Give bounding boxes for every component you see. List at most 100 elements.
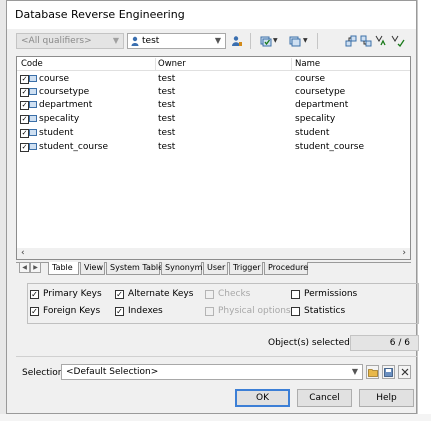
table-row[interactable]: ✓ student_course test student_course [17,141,410,154]
checkbox-box[interactable] [291,307,300,316]
toolbar-separator [250,33,251,49]
checks-label: Checks [218,289,251,299]
alternate-keys-label: Alternate Keys [128,289,194,299]
owner-combo[interactable]: test ▼ [127,33,226,49]
table-icon [29,88,37,95]
chevron-down-icon[interactable]: ▼ [303,37,308,44]
row-checkbox[interactable]: ✓ [20,75,29,84]
column-separator[interactable] [291,58,292,70]
indexes-label: Indexes [128,306,163,316]
row-code: course [39,74,70,84]
qualifier-combo[interactable]: <All qualifiers> ▼ [16,33,124,49]
objects-selected-count: 6 / 6 [350,335,419,351]
horizontal-scrollbar[interactable]: ‹ › [17,248,410,259]
row-owner: test [158,87,176,97]
select-in-model-icon[interactable] [344,34,358,48]
chevron-down-icon: ▼ [112,36,119,45]
table-icon [29,129,37,136]
row-code: specality [39,114,80,124]
row-owner: test [158,114,176,124]
filter-clear-icon[interactable] [391,34,405,48]
toolbar-separator [317,33,318,49]
delete-icon[interactable] [398,365,411,379]
deselect-icon[interactable] [288,34,302,48]
row-owner: test [158,128,176,138]
primary-keys-label: Primary Keys [43,289,102,299]
retrieve-options-group: ✓ Primary Keys ✓ Foreign Keys ✓ Alternat… [27,283,419,324]
table-icon [29,115,37,122]
row-checkbox[interactable]: ✓ [20,88,29,97]
object-list[interactable]: Code Owner Name ✓ course test course ✓ c… [16,56,411,260]
checkbox-box[interactable]: ✓ [30,307,39,316]
selection-combo[interactable]: <Default Selection> ▼ [61,364,363,380]
column-header-name[interactable]: Name [295,59,320,69]
row-owner: test [158,74,176,84]
row-code: department [39,100,93,110]
tab-trigger[interactable]: Trigger [229,262,263,275]
checkbox-box[interactable] [205,290,214,299]
cancel-button[interactable]: Cancel [297,389,352,407]
ok-button[interactable]: OK [235,389,290,407]
save-icon[interactable] [382,365,395,379]
dialog-title: Database Reverse Engineering [15,8,185,21]
row-owner: test [158,142,176,152]
select-related-icon[interactable] [359,34,373,48]
column-header-owner[interactable]: Owner [158,59,186,69]
checkbox-box[interactable] [291,290,300,299]
table-icon [29,143,37,150]
qualifier-combo-value: <All qualifiers> [21,36,92,46]
permissions-label: Permissions [304,289,358,299]
table-row[interactable]: ✓ student test student [17,127,410,140]
scroll-left-icon[interactable]: ‹ [21,248,25,258]
selection-label: Selection: [22,368,67,378]
checkbox-box[interactable]: ✓ [115,307,124,316]
row-name: student [295,128,330,138]
owner-select-icon[interactable] [230,34,244,48]
tab-scroll-right-icon[interactable]: ▶ [30,262,41,273]
column-separator[interactable] [155,58,156,70]
tab-system-table[interactable]: System Table [106,262,163,275]
chevron-down-icon: ▼ [214,36,221,45]
objects-selected-label: Object(s) selected: [268,338,353,348]
tab-bar: ◀ ▶ Table View System Table Synonym User… [16,260,411,276]
chevron-down-icon[interactable]: ▼ [273,37,278,44]
tab-table[interactable]: Table [48,262,79,275]
checkbox-box[interactable] [205,307,214,316]
owner-combo-value: test [142,36,160,46]
row-name: specality [295,114,336,124]
table-row[interactable]: ✓ coursetype test coursetype [17,86,410,99]
reverse-engineering-dialog: Database Reverse Engineering <All qualif… [6,0,419,414]
help-button[interactable]: Help [359,389,414,407]
header-divider [17,70,410,71]
tab-view[interactable]: View [80,262,105,275]
chevron-down-icon: ▼ [351,367,358,376]
scroll-right-icon[interactable]: › [402,248,406,258]
open-folder-icon[interactable] [366,365,379,379]
checkbox-box[interactable]: ✓ [30,290,39,299]
filter-icon[interactable] [375,34,389,48]
title-bar: Database Reverse Engineering [7,1,416,29]
checkbox-box[interactable]: ✓ [115,290,124,299]
column-header-code[interactable]: Code [21,59,43,69]
table-row[interactable]: ✓ department test department [17,99,410,112]
select-all-icon[interactable] [259,34,273,48]
row-checkbox[interactable]: ✓ [20,129,29,138]
row-owner: test [158,100,176,110]
table-row[interactable]: ✓ course test course [17,73,410,86]
divider [16,356,418,357]
tab-scroll-left-icon[interactable]: ◀ [19,262,30,273]
row-code: student_course [39,142,108,152]
row-checkbox[interactable]: ✓ [20,115,29,124]
user-icon [131,36,139,46]
selection-combo-value: <Default Selection> [66,367,159,377]
tab-user[interactable]: User [203,262,228,275]
table-icon [29,101,37,108]
row-checkbox[interactable]: ✓ [20,143,29,152]
background-statusbar [0,414,431,421]
tab-procedure[interactable]: Procedure [264,262,308,275]
row-checkbox[interactable]: ✓ [20,101,29,110]
physical-options-label: Physical options [218,306,291,316]
row-code: student [39,128,74,138]
tab-synonym[interactable]: Synonym [161,262,202,275]
table-row[interactable]: ✓ specality test specality [17,113,410,126]
